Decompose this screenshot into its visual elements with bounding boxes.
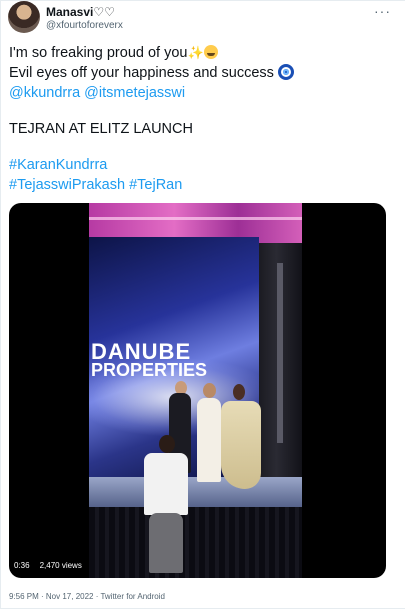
photographer: [144, 453, 188, 515]
tweet-card: Manasvi♡♡ @xfourtoforeverx ··· I'm so fr…: [0, 0, 405, 609]
video-meta: 0:36 2,470 views: [11, 559, 85, 572]
more-icon[interactable]: ···: [374, 3, 391, 19]
tweet-line-2: Evil eyes off your happiness and success: [9, 63, 394, 83]
hashtag-karankundrra[interactable]: #KaranKundrra: [9, 157, 107, 173]
tweet-line-2-text: Evil eyes off your happiness and success: [9, 65, 274, 81]
nazar-amulet-icon: [277, 64, 294, 80]
tweet-timestamp[interactable]: 9:56 PM · Nov 17, 2022 · Twitter for And…: [9, 592, 165, 601]
person-white-suit: [197, 398, 221, 482]
tweet-line-1-text: I'm so freaking proud of you: [9, 45, 188, 61]
video-player[interactable]: DANUBE PROPERTIES 0:36 2,470 views: [9, 203, 386, 578]
photographer-legs: [149, 513, 183, 573]
tweet-hashtags-1: #KaranKundrra: [9, 155, 394, 175]
stage-floor: [89, 477, 302, 511]
video-duration: 0:36: [11, 559, 33, 572]
person-head: [233, 384, 245, 400]
mention-kkundrra[interactable]: @kkundrra: [9, 85, 80, 101]
hashtag-tejasswiprakash[interactable]: #TejasswiPrakash: [9, 177, 125, 193]
stage-front: [89, 507, 302, 578]
video-views: 2,470 views: [36, 559, 85, 572]
hashtag-tejran[interactable]: #TejRan: [129, 177, 182, 193]
tweet-line-1: I'm so freaking proud of you✨: [9, 43, 394, 63]
person-gold-gown: [221, 401, 261, 489]
person-head: [203, 383, 216, 398]
danube-logo: DANUBE PROPERTIES: [91, 339, 208, 380]
logo-line-1: DANUBE: [91, 339, 192, 364]
video-frame[interactable]: DANUBE PROPERTIES: [89, 203, 302, 578]
author-handle[interactable]: @xfourtoforeverx: [46, 19, 123, 32]
tweet-text: I'm so freaking proud of you✨ Evil eyes …: [9, 43, 394, 195]
avatar[interactable]: [8, 1, 40, 33]
tweet-hashtags-2: #TejasswiPrakash #TejRan: [9, 175, 394, 195]
crying-face-icon: [203, 45, 218, 59]
tweet-line-4: TEJRAN AT ELITZ LAUNCH: [9, 121, 193, 137]
sparkles-icon: ✨: [187, 45, 204, 60]
author-display-name[interactable]: Manasvi♡♡: [46, 5, 123, 19]
photographer-head: [159, 435, 175, 453]
tweet-author: Manasvi♡♡ @xfourtoforeverx: [46, 5, 123, 32]
mention-itsmetejasswi[interactable]: @itsmetejasswi: [84, 85, 185, 101]
logo-line-2: PROPERTIES: [91, 360, 208, 380]
tweet-mentions: @kkundrra @itsmetejasswi: [9, 83, 394, 103]
